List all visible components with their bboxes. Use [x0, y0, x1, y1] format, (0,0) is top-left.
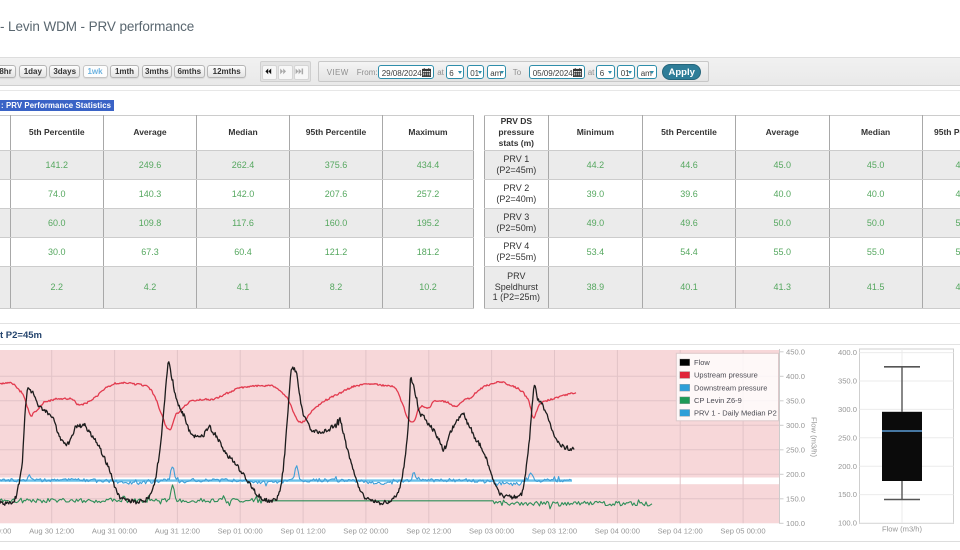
svg-text:Sep 04 00:00: Sep 04 00:00 — [595, 527, 640, 536]
svg-text:Aug 31 12:00: Aug 31 12:00 — [155, 527, 200, 536]
svg-text:350.0: 350.0 — [786, 396, 805, 405]
svg-text:200.0: 200.0 — [838, 462, 857, 471]
svg-text:Sep 03 12:00: Sep 03 12:00 — [532, 527, 577, 536]
svg-text:100.0: 100.0 — [838, 519, 857, 528]
svg-text:Downstream pressure: Downstream pressure — [694, 383, 767, 392]
svg-text:300.0: 300.0 — [838, 405, 857, 414]
svg-text:200.0: 200.0 — [786, 470, 805, 479]
svg-text:Flow (m3/h): Flow (m3/h) — [882, 525, 923, 534]
svg-text:250.0: 250.0 — [838, 433, 857, 442]
svg-text:100.0: 100.0 — [786, 519, 805, 528]
svg-text:CP Levin Z6-9: CP Levin Z6-9 — [694, 396, 742, 405]
svg-text:400.0: 400.0 — [838, 348, 857, 357]
svg-text:Sep 01 00:00: Sep 01 00:00 — [218, 527, 263, 536]
svg-text:300.0: 300.0 — [786, 421, 805, 430]
svg-text:Sep 02 00:00: Sep 02 00:00 — [343, 527, 388, 536]
svg-text:450.0: 450.0 — [786, 347, 805, 356]
svg-text:Sep 03 00:00: Sep 03 00:00 — [469, 527, 514, 536]
svg-text:Aug 30 12:00: Aug 30 12:00 — [29, 527, 74, 536]
svg-text:Aug 30 00:00: Aug 30 00:00 — [0, 527, 11, 536]
svg-text:150.0: 150.0 — [838, 490, 857, 499]
svg-text:Sep 01 12:00: Sep 01 12:00 — [281, 527, 326, 536]
svg-text:150.0: 150.0 — [786, 494, 805, 503]
svg-text:PRV 1 - Daily Median P2: PRV 1 - Daily Median P2 — [694, 409, 777, 418]
svg-text:400.0: 400.0 — [786, 372, 805, 381]
svg-text:Upstream pressure: Upstream pressure — [694, 371, 758, 380]
svg-text:Sep 04 12:00: Sep 04 12:00 — [658, 527, 703, 536]
svg-text:350.0: 350.0 — [838, 377, 857, 386]
svg-text:250.0: 250.0 — [786, 445, 805, 454]
svg-text:Sep 02 12:00: Sep 02 12:00 — [406, 527, 451, 536]
svg-text:Flow: Flow — [694, 358, 710, 367]
svg-text:Aug 31 00:00: Aug 31 00:00 — [92, 527, 137, 536]
svg-text:Flow (m3/h): Flow (m3/h) — [810, 417, 819, 458]
svg-text:Sep 05 00:00: Sep 05 00:00 — [720, 527, 765, 536]
